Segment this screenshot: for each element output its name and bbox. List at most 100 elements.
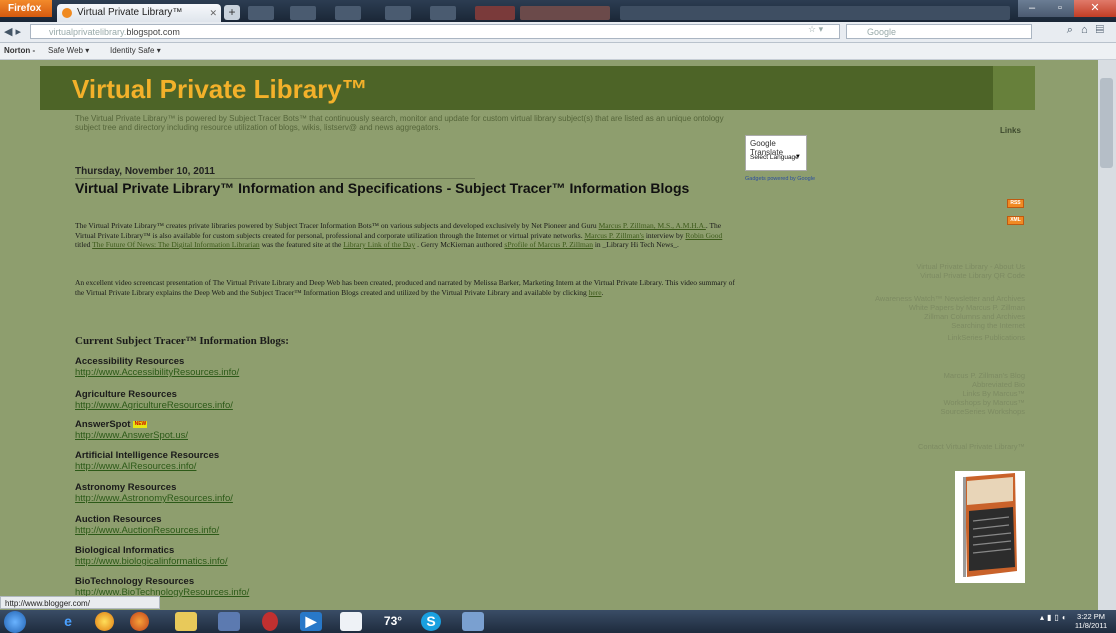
sidebar-link[interactable]: Searching the Internet bbox=[951, 321, 1025, 331]
xml-feed-button[interactable]: XML bbox=[1007, 216, 1024, 225]
rss-feed-button[interactable]: RSS bbox=[1007, 199, 1024, 208]
tab-close-icon[interactable]: ✕ bbox=[209, 4, 217, 22]
sidebar-link[interactable]: Contact Virtual Private Library™ bbox=[918, 442, 1025, 452]
entry-url[interactable]: http://www.AIResources.info/ bbox=[75, 461, 475, 472]
identity-safe-menu[interactable]: Identity Safe ▾ bbox=[110, 43, 161, 59]
firefox-icon[interactable] bbox=[130, 612, 149, 631]
post-paragraph: The Virtual Private Library™ creates pri… bbox=[75, 221, 735, 250]
home-icon[interactable]: ⌂ bbox=[1081, 24, 1096, 36]
list-item: Accessibility Resources http://www.Acces… bbox=[75, 356, 475, 378]
firefox-menu-button[interactable]: Firefox bbox=[0, 0, 52, 17]
taskbar-clock[interactable]: 3:22 PM 11/8/2011 bbox=[1070, 612, 1112, 630]
close-window-button[interactable]: ✕ bbox=[1074, 0, 1116, 17]
link-here[interactable]: here bbox=[589, 288, 602, 297]
scrollbar-thumb[interactable] bbox=[1100, 78, 1113, 168]
link-future-of-news[interactable]: The Future Of News: The Digital Informat… bbox=[92, 240, 260, 249]
text: in _Library Hi Tech News_. bbox=[592, 240, 679, 249]
search-placeholder: Google bbox=[867, 27, 897, 37]
entry-name: Accessibility Resources bbox=[75, 356, 185, 367]
blog-title[interactable]: Virtual Private Library™ bbox=[72, 74, 368, 105]
entry-url[interactable]: http://www.AuctionResources.info/ bbox=[75, 525, 475, 536]
sidebar-link[interactable]: LinkSeries Publications bbox=[947, 333, 1025, 343]
search-icon[interactable]: ⌕ bbox=[1067, 24, 1081, 36]
new-tab-button[interactable]: + bbox=[224, 5, 240, 20]
link-marcus-zillmans[interactable]: Marcus P. Zillman's bbox=[584, 231, 643, 240]
app-icon[interactable] bbox=[262, 612, 278, 631]
clock-date: 11/8/2011 bbox=[1074, 621, 1108, 630]
list-item: Auction Resources http://www.AuctionReso… bbox=[75, 514, 475, 536]
menu-icon[interactable]: ▤ bbox=[1096, 24, 1112, 36]
taskbar-thumbnail bbox=[290, 6, 316, 20]
taskbar-thumbnail bbox=[620, 6, 1010, 20]
forward-arrow-icon[interactable]: ▸ bbox=[16, 26, 22, 38]
vertical-scrollbar[interactable] bbox=[1098, 60, 1116, 610]
language-select[interactable]: Select Language bbox=[750, 154, 799, 161]
entry-name: BioTechnology Resources bbox=[75, 576, 195, 587]
entry-name: AnswerSpot NEW bbox=[75, 419, 475, 430]
entry-name-text: AnswerSpot bbox=[75, 419, 131, 430]
sidebar-link[interactable]: SourceSeries Workshops bbox=[941, 407, 1025, 417]
url-bar[interactable]: virtualprivatelibrary.blogspot.com bbox=[30, 24, 840, 39]
minimize-button[interactable]: – bbox=[1018, 0, 1046, 17]
status-bar: http://www.blogger.com/ bbox=[0, 596, 160, 609]
post-date: Thursday, November 10, 2011 bbox=[75, 166, 475, 179]
norton-toolbar: Norton - Safe Web ▾ Identity Safe ▾ bbox=[0, 43, 1116, 60]
taskbar-thumbnail bbox=[385, 6, 411, 20]
network-icon[interactable] bbox=[218, 612, 240, 631]
internet-explorer-icon[interactable]: e bbox=[57, 612, 79, 631]
chrome-icon[interactable] bbox=[95, 612, 114, 631]
system-tray-icons[interactable]: ▴▮▯◐ bbox=[1040, 613, 1070, 622]
list-item: Astronomy Resources http://www.Astronomy… bbox=[75, 482, 475, 504]
tab-title: Virtual Private Library™ bbox=[77, 7, 183, 18]
document-icon[interactable] bbox=[340, 612, 362, 631]
search-input[interactable]: Google bbox=[846, 24, 1032, 39]
header-side-block bbox=[993, 66, 1035, 110]
link-robin-good[interactable]: Robin Good bbox=[685, 231, 722, 240]
norton-menu[interactable]: Norton - bbox=[4, 43, 35, 59]
entry-url[interactable]: http://www.AstronomyResources.info/ bbox=[75, 493, 475, 504]
skype-icon[interactable]: S bbox=[421, 612, 441, 631]
entry-name: Artificial Intelligence Resources bbox=[75, 450, 220, 461]
weather-widget[interactable]: 73° bbox=[378, 612, 408, 631]
taskbar-thumbnail bbox=[335, 6, 361, 20]
text: interview by bbox=[643, 230, 686, 240]
tab-virtual-private-library[interactable]: Virtual Private Library™ ✕ bbox=[57, 4, 221, 22]
window-icon[interactable] bbox=[462, 612, 484, 631]
back-arrow-icon[interactable]: ◀ bbox=[4, 26, 12, 38]
entry-url[interactable]: http://www.AccessibilityResources.info/ bbox=[75, 367, 475, 378]
sidebar-link[interactable]: Virtual Private Library QR Code bbox=[920, 271, 1025, 281]
gadgets-powered-by[interactable]: Gadgets powered by Google bbox=[745, 176, 815, 182]
start-button[interactable] bbox=[4, 611, 26, 633]
link-marcus-zillman[interactable]: Marcus P. Zillman, M.S., A.M.H.A. bbox=[599, 221, 706, 230]
list-item: Biological Informatics http://www.biolog… bbox=[75, 545, 475, 567]
entry-url[interactable]: http://www.AnswerSpot.us/ bbox=[75, 430, 475, 441]
entry-url[interactable]: http://www.AgricultureResources.info/ bbox=[75, 400, 475, 411]
taskbar-thumbnail bbox=[520, 6, 610, 20]
entry-name: Auction Resources bbox=[75, 514, 162, 525]
folder-icon[interactable] bbox=[175, 612, 197, 631]
links-heading: Links bbox=[1000, 126, 1021, 135]
entry-name: Astronomy Resources bbox=[75, 482, 177, 493]
book-cover-image[interactable] bbox=[955, 471, 1025, 583]
text: . Gerry McKiernan authored bbox=[415, 240, 505, 249]
bookmark-star-icon[interactable]: ☆ ▾ bbox=[808, 24, 823, 35]
entry-name: Agriculture Resources bbox=[75, 389, 177, 400]
link-library-link-of-the-day[interactable]: Library Link of the Day bbox=[343, 240, 415, 249]
list-item: AnswerSpot NEW http://www.AnswerSpot.us/ bbox=[75, 419, 475, 441]
taskbar-thumbnail bbox=[475, 6, 515, 20]
link-profile[interactable]: sProfile of Marcus P. Zillman bbox=[504, 240, 593, 249]
google-translate-widget: Google Translate Select Language ▼ bbox=[745, 135, 807, 171]
list-item: BioTechnology Resources http://www.BioTe… bbox=[75, 576, 475, 598]
entry-url[interactable]: http://www.biologicalinformatics.info/ bbox=[75, 556, 475, 567]
safe-web-menu[interactable]: Safe Web ▾ bbox=[48, 43, 89, 59]
blog-description: The Virtual Private Library™ is powered … bbox=[75, 114, 724, 132]
entry-name: Biological Informatics bbox=[75, 545, 175, 556]
text: . bbox=[601, 287, 604, 297]
media-player-icon[interactable]: ▶ bbox=[300, 612, 322, 631]
list-item: Agriculture Resources http://www.Agricul… bbox=[75, 389, 475, 411]
maximize-button[interactable]: ▫ bbox=[1046, 0, 1074, 17]
text: titled bbox=[75, 240, 93, 249]
browser-tab-bar: Firefox Virtual Private Library™ ✕ + – ▫… bbox=[0, 0, 1116, 22]
post-title[interactable]: Virtual Private Library™ Information and… bbox=[75, 180, 725, 197]
chevron-down-icon[interactable]: ▼ bbox=[795, 154, 801, 160]
